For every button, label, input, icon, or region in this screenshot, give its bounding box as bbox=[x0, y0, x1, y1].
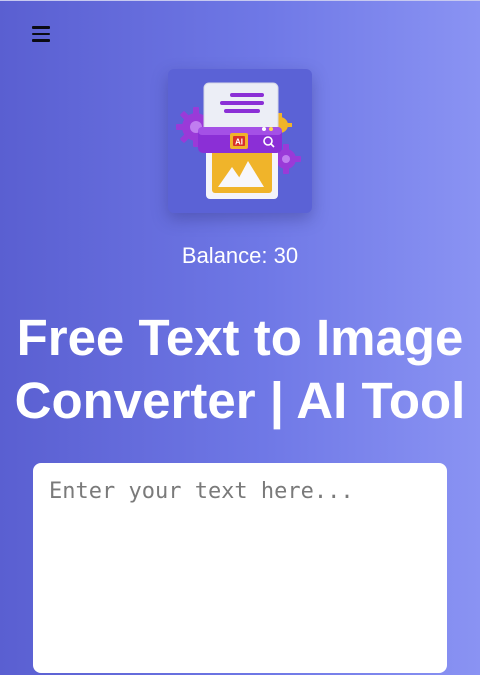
menu-button[interactable] bbox=[26, 22, 56, 46]
top-border bbox=[0, 0, 480, 1]
app-logo: AI bbox=[168, 69, 312, 213]
ai-badge-text: AI bbox=[235, 138, 243, 147]
ai-text-to-image-logo: AI bbox=[176, 82, 301, 199]
balance-label: Balance: 30 bbox=[181, 243, 299, 268]
prompt-textarea[interactable] bbox=[33, 463, 447, 673]
page-title: Free Text to Image Converter | AI Tool bbox=[14, 309, 466, 429]
